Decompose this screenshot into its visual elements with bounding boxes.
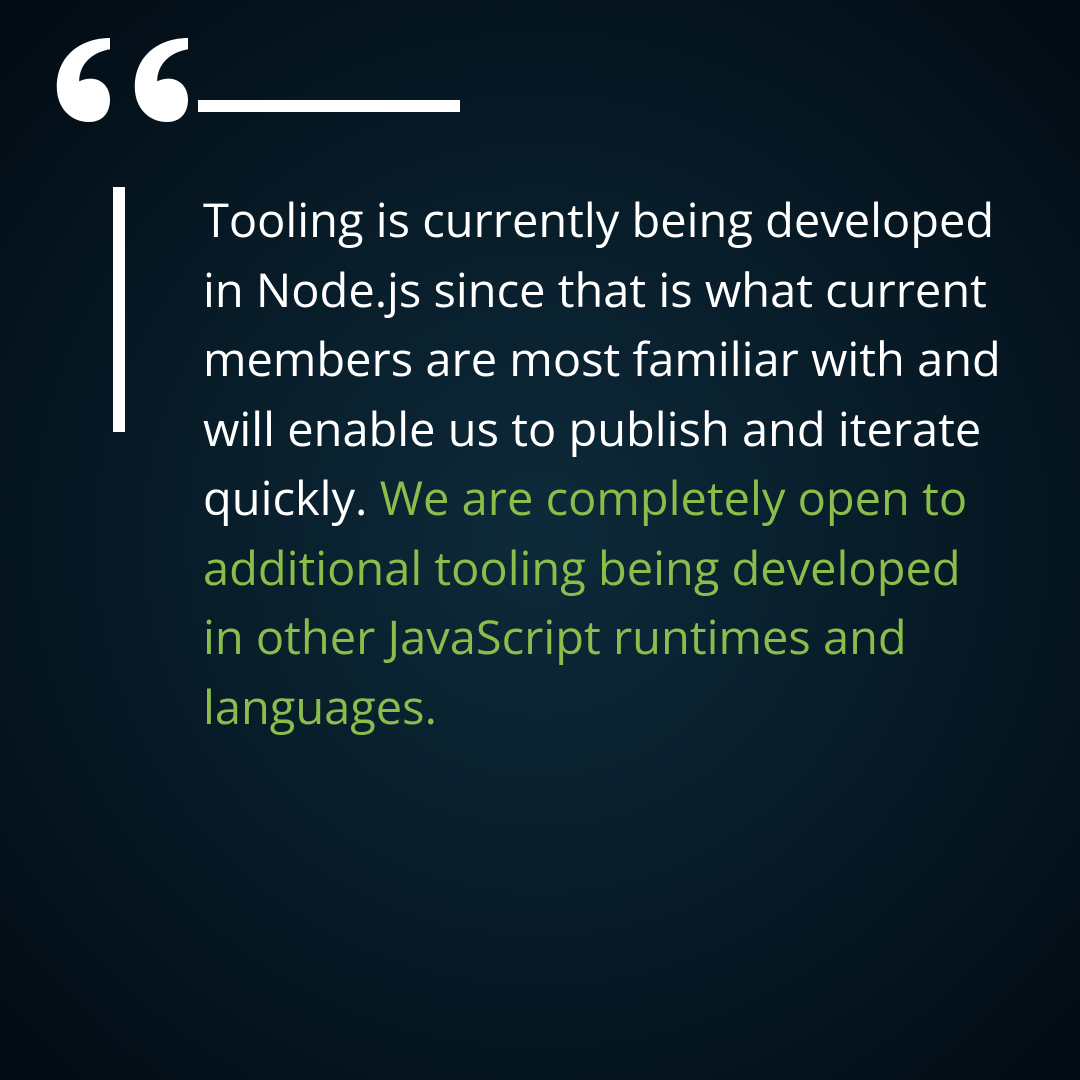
quote-card: Tooling is currently being developed in … bbox=[0, 0, 1080, 1080]
quote-icon bbox=[40, 35, 188, 125]
vertical-divider bbox=[113, 187, 125, 432]
horizontal-divider bbox=[198, 100, 460, 112]
quote-text: Tooling is currently being developed in … bbox=[203, 185, 1010, 741]
